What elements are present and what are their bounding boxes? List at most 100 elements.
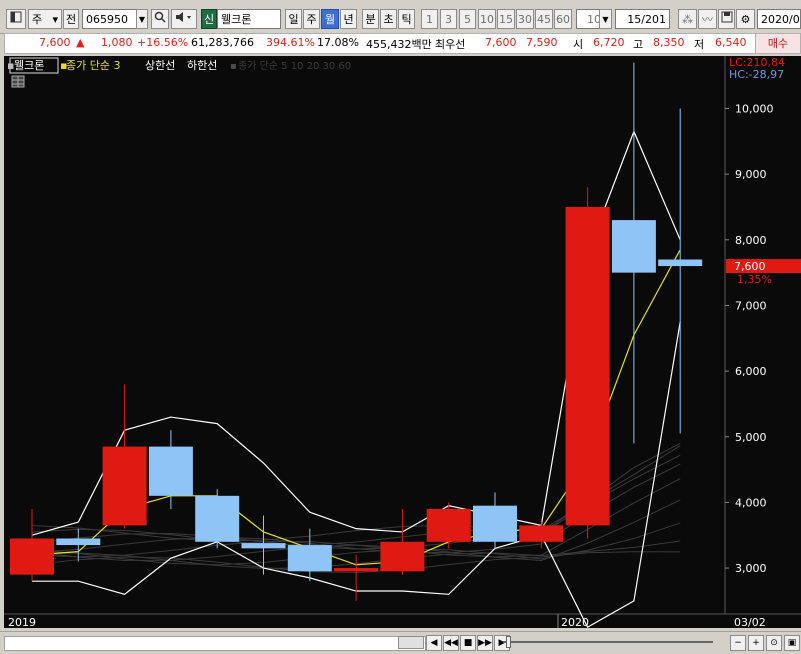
candlestick-chart[interactable]: 10,000 9,000 8,000 7,000 6,000 5,000 4,000 3,00… bbox=[4, 56, 801, 629]
candle-up bbox=[10, 538, 54, 575]
open-value: 6,720 bbox=[593, 36, 625, 49]
low-value: 6,540 bbox=[715, 36, 747, 49]
all-button[interactable]: 전 bbox=[63, 9, 79, 29]
stock-name-field[interactable]: 웰크론 bbox=[217, 9, 281, 29]
tab-year[interactable]: 년 bbox=[340, 9, 357, 29]
fast-forward-icon[interactable]: ▶▶ bbox=[477, 635, 493, 651]
gear-icon[interactable]: ⚙ bbox=[736, 9, 755, 29]
candle-up bbox=[334, 568, 379, 572]
up-arrow-icon: ▲ bbox=[76, 36, 85, 49]
current-price: 7,600 bbox=[39, 36, 71, 49]
interval-3[interactable]: 3 bbox=[440, 9, 457, 29]
layout-icon[interactable] bbox=[6, 9, 26, 29]
buy-sell-button[interactable]: 매수 bbox=[755, 34, 800, 53]
scrollbar-thumb[interactable] bbox=[398, 636, 424, 649]
price-tick-label: 9,000 bbox=[735, 168, 767, 181]
zoom-slider-handle[interactable] bbox=[506, 636, 511, 648]
candle-down bbox=[611, 220, 656, 273]
candle-down bbox=[287, 545, 332, 572]
legend-ma-bullet-icon: ▪ bbox=[60, 59, 67, 72]
legend-ma3: 종가 단순 3 bbox=[66, 59, 120, 72]
candle-down bbox=[658, 259, 703, 267]
bottom-controls: ◀ ◀◀ ■ ▶▶ ▶ − + ⊙ ▣ bbox=[0, 631, 801, 654]
tab-tick[interactable]: 틱 bbox=[398, 9, 415, 29]
turnover-ratio: 17.08% bbox=[317, 36, 359, 49]
period-select-label: 주 bbox=[32, 13, 43, 26]
price-change: 1,080 bbox=[101, 36, 133, 49]
date-label-end: 03/02 bbox=[734, 616, 766, 628]
price-tick-label: 10,000 bbox=[735, 103, 774, 116]
price-tick-label: 5,000 bbox=[735, 431, 767, 444]
current-price-label: 7,600 bbox=[734, 260, 766, 273]
candle-down bbox=[148, 446, 193, 496]
interval-45[interactable]: 45 bbox=[535, 9, 553, 29]
stop-icon[interactable]: ■ bbox=[460, 635, 476, 651]
toolbar: 주 ▾ 전 065950 ▼ 신 웰크론 일 주 월 년 분 초 틱 1 3 5… bbox=[0, 0, 801, 34]
compare-icon[interactable]: ⁂ bbox=[678, 9, 697, 29]
zoom-slider[interactable] bbox=[503, 641, 713, 643]
price-tick-label: 3,000 bbox=[735, 562, 767, 575]
tab-month[interactable]: 월 bbox=[321, 9, 339, 29]
rewind-icon[interactable]: ◀◀ bbox=[443, 635, 459, 651]
tab-second[interactable]: 초 bbox=[380, 9, 397, 29]
legend-faded-bullet-icon: ▪ bbox=[230, 61, 237, 72]
quote-bar: 7,600 ▲ 1,080 +16.56% 61,283,766 394.61%… bbox=[4, 33, 801, 54]
best-ask: 7,600 bbox=[485, 36, 517, 49]
scroll-left-icon[interactable]: ◀ bbox=[426, 635, 442, 651]
fit-icon[interactable]: ▣ bbox=[784, 635, 800, 651]
candle-up bbox=[519, 525, 564, 542]
interval-15[interactable]: 15 bbox=[497, 9, 515, 29]
interval-dropdown-icon[interactable]: ▼ bbox=[599, 9, 612, 29]
legend-stock: 웰크론 bbox=[14, 59, 44, 72]
candle-up bbox=[102, 446, 147, 526]
trading-amount: 455,432백만 bbox=[366, 38, 432, 51]
tab-minute[interactable]: 분 bbox=[362, 9, 379, 29]
legend-upper-band: 상한선 bbox=[145, 59, 175, 72]
low-label: 저 bbox=[694, 38, 705, 51]
high-value: 8,350 bbox=[653, 36, 685, 49]
chart-area[interactable]: 10,000 9,000 8,000 7,000 6,000 5,000 4,000 3,00… bbox=[4, 56, 801, 629]
price-tick-label: 8,000 bbox=[735, 234, 767, 247]
price-change-pct: +16.56% bbox=[137, 36, 189, 49]
candle-down bbox=[56, 538, 101, 546]
candle-up bbox=[565, 206, 610, 526]
candle-up bbox=[380, 541, 425, 572]
interval-1[interactable]: 1 bbox=[421, 9, 438, 29]
high-label: 고 bbox=[633, 38, 644, 51]
tab-day[interactable]: 일 bbox=[285, 9, 302, 29]
candle-up bbox=[426, 508, 471, 542]
zoom-out-icon[interactable]: − bbox=[730, 635, 746, 651]
date-label-2019: 2019 bbox=[8, 616, 36, 628]
candle-down bbox=[195, 495, 240, 542]
price-tick-label: 7,000 bbox=[735, 299, 767, 312]
period-select[interactable]: 주 ▾ bbox=[28, 9, 62, 29]
interval-30[interactable]: 30 bbox=[516, 9, 534, 29]
tab-week[interactable]: 주 bbox=[303, 9, 320, 29]
hc-label: HC:-28,97 bbox=[729, 68, 784, 81]
interval-10[interactable]: 10 bbox=[478, 9, 496, 29]
date-input[interactable]: 2020/03 bbox=[757, 9, 801, 29]
date-label-2020: 2020 bbox=[561, 616, 589, 628]
interval-60[interactable]: 60 bbox=[554, 9, 572, 29]
new-listing-badge: 신 bbox=[201, 9, 217, 29]
horizontal-scrollbar[interactable] bbox=[4, 636, 426, 651]
zoom-in-icon[interactable]: + bbox=[748, 635, 764, 651]
open-label: 시 bbox=[573, 38, 584, 51]
best-quote-label: 최우선 bbox=[435, 38, 466, 51]
legend-lower-band: 하한선 bbox=[187, 58, 217, 72]
search-icon[interactable] bbox=[151, 9, 169, 29]
legend-bullet-icon: ▪ bbox=[7, 59, 14, 72]
line-tool-icon[interactable]: 〰 bbox=[698, 9, 717, 29]
legend-faded-ma: 종가 단순 5 10 20 30 60 bbox=[238, 60, 351, 72]
chevron-down-icon: ▾ bbox=[52, 13, 58, 26]
interval-5[interactable]: 5 bbox=[459, 9, 476, 29]
stock-code-dropdown-icon[interactable]: ▼ bbox=[136, 9, 148, 29]
best-bid: 7,590 bbox=[526, 36, 558, 49]
current-price-pct: 1,35% bbox=[737, 273, 772, 286]
candle-down bbox=[473, 505, 517, 542]
zoom-reset-icon[interactable]: ⊙ bbox=[766, 635, 782, 651]
save-icon[interactable] bbox=[718, 9, 735, 29]
volume-ratio: 394.61% bbox=[266, 36, 315, 49]
speaker-icon[interactable] bbox=[171, 9, 197, 29]
page-counter[interactable]: 15/201 bbox=[615, 9, 670, 29]
